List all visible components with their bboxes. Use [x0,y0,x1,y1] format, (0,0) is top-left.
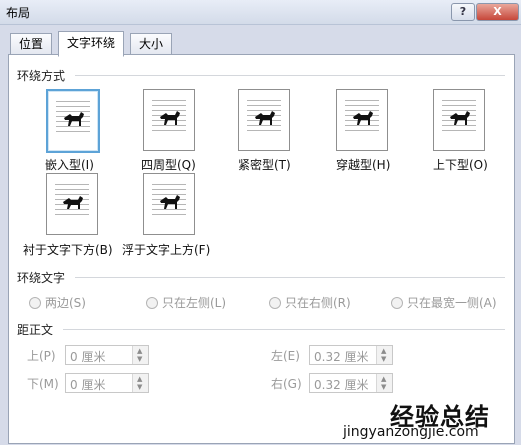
wrap-in-front-option[interactable] [143,173,195,235]
distance-top-arrows[interactable]: ▲ ▼ [132,346,148,364]
wrap-style-divider [75,75,505,76]
distance-left-label: 左(E) [271,349,300,363]
wrap-largest-side-label: 只在最宽一侧(A) [407,296,497,310]
wrap-through-label: 穿越型(H) [336,158,391,172]
dog-icon [160,195,180,209]
distance-left-spinner[interactable]: 0.32 厘米 ▲ ▼ [309,345,393,365]
radio-circle [146,296,158,309]
tab-position[interactable]: 位置 [10,33,53,54]
radio-circle [391,296,403,309]
wrap-square-option[interactable] [143,89,195,151]
distance-left-value: 0.32 厘米 [314,350,369,364]
wrap-text-divider [75,277,505,278]
spin-up-icon[interactable]: ▲ [137,375,142,383]
watermark-url: jingyanzongjie.com [343,424,479,440]
distance-right-label: 右(G) [271,377,302,391]
distance-bottom-arrows[interactable]: ▲ ▼ [132,374,148,392]
distance-left-arrows[interactable]: ▲ ▼ [376,346,392,364]
wrap-top-bottom-label: 上下型(O) [433,158,488,172]
window-titlebar: 布局 ? X [0,0,521,25]
distance-top-spinner[interactable]: 0 厘米 ▲ ▼ [65,345,149,365]
dog-icon [353,111,373,125]
wrap-behind-text-option[interactable] [46,173,98,235]
wrap-text-title: 环绕文字 [17,271,66,285]
wrap-tight-label: 紧密型(T) [238,158,291,172]
dog-icon [160,111,180,125]
wrap-right-only-radio[interactable]: 只在右侧(R) [269,294,351,311]
wrap-right-only-label: 只在右侧(R) [285,296,351,310]
wrap-square-label: 四周型(Q) [141,158,196,172]
radio-circle [269,296,281,309]
wrap-behind-text-label: 衬于文字下方(B) [23,243,113,257]
wrap-through-option[interactable] [336,89,388,151]
close-button[interactable]: X [476,3,519,21]
wrap-left-only-label: 只在左侧(L) [162,296,227,310]
distance-bottom-label: 下(M) [27,377,59,391]
dog-icon [255,111,275,125]
tab-text-wrapping[interactable]: 文字环绕 [58,31,125,57]
wrap-inline-option[interactable] [46,89,100,153]
dog-icon [63,196,83,209]
wrap-largest-side-radio[interactable]: 只在最宽一侧(A) [391,294,497,311]
dog-icon [450,111,470,125]
help-button[interactable]: ? [451,3,475,21]
spin-up-icon[interactable]: ▲ [381,375,386,383]
spin-down-icon[interactable]: ▼ [137,355,142,363]
tab-size[interactable]: 大小 [130,33,173,54]
spin-up-icon[interactable]: ▲ [381,347,386,355]
distance-right-spinner[interactable]: 0.32 厘米 ▲ ▼ [309,373,393,393]
distance-right-value: 0.32 厘米 [314,378,369,392]
distance-bottom-spinner[interactable]: 0 厘米 ▲ ▼ [65,373,149,393]
spin-up-icon[interactable]: ▲ [137,347,142,355]
spin-down-icon[interactable]: ▼ [381,383,386,391]
distance-title: 距正文 [17,323,54,337]
wrap-top-bottom-option[interactable] [433,89,485,151]
wrap-inline-label: 嵌入型(I) [45,158,94,172]
distance-top-value: 0 厘米 [70,350,106,364]
window-title: 布局 [6,6,31,20]
wrap-in-front-label: 浮于文字上方(F) [122,243,211,257]
distance-bottom-value: 0 厘米 [70,378,106,392]
radio-circle [29,296,41,309]
distance-right-arrows[interactable]: ▲ ▼ [376,374,392,392]
dialog-panel: 环绕方式 嵌入型(I) 四周型(Q) 紧密型(T) 穿越型(H) 上下型(O) … [8,54,515,444]
spin-down-icon[interactable]: ▼ [137,383,142,391]
dog-icon [64,112,84,126]
distance-top-label: 上(P) [27,349,56,363]
wrap-both-sides-label: 两边(S) [45,296,86,310]
wrap-tight-option[interactable] [238,89,290,151]
wrap-both-sides-radio[interactable]: 两边(S) [29,294,86,311]
spin-down-icon[interactable]: ▼ [381,355,386,363]
distance-divider [63,329,505,330]
wrap-style-title: 环绕方式 [17,69,66,83]
wrap-left-only-radio[interactable]: 只在左侧(L) [146,294,226,311]
